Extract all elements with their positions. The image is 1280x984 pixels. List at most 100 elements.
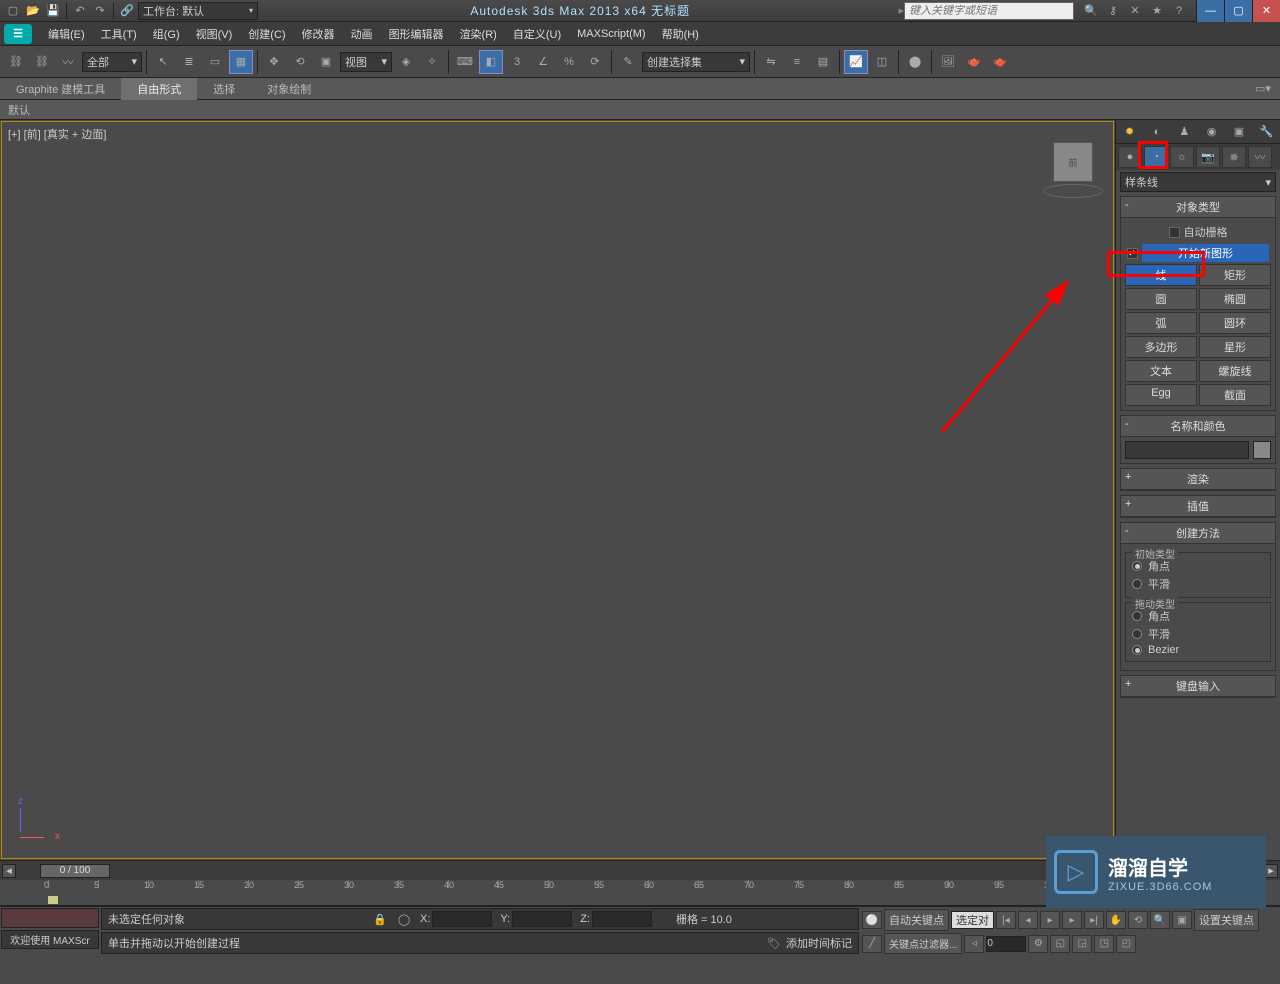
snap3-icon[interactable]: 3 [505, 50, 529, 74]
goto-end-icon[interactable]: ▸| [1084, 911, 1104, 929]
lock-icon[interactable]: 🔒 [368, 907, 392, 931]
nav2-1-icon[interactable]: ◱ [1050, 935, 1070, 953]
z-input[interactable] [592, 911, 652, 927]
shapes-icon[interactable]: ◔ [1144, 146, 1168, 168]
render-setup-icon[interactable]: 🖼 [936, 50, 960, 74]
helpers-icon[interactable]: ✵ [1222, 146, 1246, 168]
window-crossing-icon[interactable]: ▦ [229, 50, 253, 74]
helix-button[interactable]: 螺旋线 [1199, 360, 1271, 382]
initial-smooth-radio[interactable] [1132, 579, 1142, 589]
keyboard-shortcut-icon[interactable]: ⌨ [453, 50, 477, 74]
star-icon[interactable]: ★ [1148, 2, 1166, 20]
open-icon[interactable]: 📂 [24, 2, 42, 20]
menu-animation[interactable]: 动画 [343, 23, 381, 45]
viewcube-base[interactable] [1043, 184, 1103, 198]
menu-graph[interactable]: 图形编辑器 [381, 23, 452, 45]
curve-editor-icon[interactable]: 📈 [844, 50, 868, 74]
manipulate-icon[interactable]: ✧ [420, 50, 444, 74]
minimize-button[interactable]: — [1196, 0, 1224, 22]
search-input[interactable] [904, 2, 1074, 20]
menu-tools[interactable]: 工具(T) [93, 23, 145, 45]
timeslider-right-icon[interactable]: ▸ [1264, 864, 1278, 878]
nav-pan-icon[interactable]: ✋ [1106, 911, 1126, 929]
link-icon[interactable]: 🔗 [118, 2, 136, 20]
link-tool-icon[interactable]: ⛓ [4, 50, 28, 74]
ribbon-dd-icon[interactable]: ▭▾ [1246, 77, 1280, 101]
utilities-tab-icon[interactable]: 🔧 [1253, 120, 1280, 143]
align-icon[interactable]: ≡ [785, 50, 809, 74]
material-editor-icon[interactable]: ⬤ [903, 50, 927, 74]
hierarchy-tab-icon[interactable]: ♟ [1171, 120, 1198, 143]
undo-icon[interactable]: ↶ [71, 2, 89, 20]
ribbon-tab-graphite[interactable]: Graphite 建模工具 [0, 78, 121, 100]
minilistener-pink[interactable] [1, 908, 99, 928]
select-object-icon[interactable]: ↖ [151, 50, 175, 74]
rollout-header-creation[interactable]: -创建方法 [1121, 523, 1275, 544]
ribbon-tab-freeform[interactable]: 自由形式 [121, 78, 197, 100]
bind-spacewarp-icon[interactable]: 〰 [56, 50, 80, 74]
drag-bezier-radio[interactable] [1132, 645, 1142, 655]
selection-filter-dropdown[interactable]: 全部▾ [82, 52, 142, 72]
autogrid-checkbox[interactable] [1169, 227, 1180, 238]
start-new-checkbox[interactable] [1127, 248, 1138, 259]
arc-button[interactable]: 弧 [1125, 312, 1197, 334]
ngon-button[interactable]: 多边形 [1125, 336, 1197, 358]
redo-icon[interactable]: ↷ [91, 2, 109, 20]
timeconfig-icon[interactable]: ⚙ [1028, 935, 1048, 953]
color-swatch[interactable] [1253, 441, 1271, 459]
exchange-icon[interactable]: ✕ [1126, 2, 1144, 20]
cameras-icon[interactable]: 📷 [1196, 146, 1220, 168]
named-selection-dropdown[interactable]: 创建选择集▾ [642, 52, 750, 72]
time-slider[interactable]: 0 / 100 [40, 864, 110, 878]
snap-toggle-icon[interactable]: ◧ [479, 50, 503, 74]
keyfilter-icon[interactable]: ╱ [862, 935, 882, 953]
spinner-snap-icon[interactable]: ⟳ [583, 50, 607, 74]
workspace-dropdown[interactable]: 工作台: 默认▾ [138, 2, 258, 20]
initial-corner-radio[interactable] [1132, 561, 1142, 571]
menu-edit[interactable]: 编辑(E) [40, 23, 93, 45]
shape-category-dropdown[interactable]: 样条线▾ [1120, 172, 1276, 192]
drag-smooth-radio[interactable] [1132, 629, 1142, 639]
circle-button[interactable]: 圆 [1125, 288, 1197, 310]
menu-custom[interactable]: 自定义(U) [505, 23, 569, 45]
egg-button[interactable]: Egg [1125, 384, 1197, 406]
refsys-dropdown[interactable]: 视图▾ [340, 52, 392, 72]
spacewarps-icon[interactable]: 〰 [1248, 146, 1272, 168]
next-frame-icon[interactable]: ▸ [1062, 911, 1082, 929]
rollout-header-name-color[interactable]: -名称和颜色 [1121, 416, 1275, 437]
rollout-header-object-type[interactable]: -对象类型 [1121, 197, 1275, 218]
x-input[interactable] [432, 911, 492, 927]
add-timetag-label[interactable]: 添加时间标记 [786, 935, 852, 951]
pivot-icon[interactable]: ◈ [394, 50, 418, 74]
ribbon-tab-paint[interactable]: 对象绘制 [251, 78, 327, 100]
binoculars-icon[interactable]: 🔍 [1082, 2, 1100, 20]
rotate-icon[interactable]: ⟲ [288, 50, 312, 74]
goto-start-icon[interactable]: |◂ [996, 911, 1016, 929]
create-tab-icon[interactable]: ✹ [1116, 120, 1143, 143]
key-icon[interactable]: ⚷ [1104, 2, 1122, 20]
object-name-input[interactable] [1125, 441, 1249, 459]
move-icon[interactable]: ✥ [262, 50, 286, 74]
geometry-icon[interactable]: ● [1118, 146, 1142, 168]
layers-icon[interactable]: ▤ [811, 50, 835, 74]
nav-orbit-icon[interactable]: ⟲ [1128, 911, 1148, 929]
current-frame-input[interactable] [986, 936, 1026, 952]
app-icon[interactable]: ☰ [4, 24, 32, 44]
help-icon[interactable]: ? [1170, 2, 1188, 20]
frame-prev2-icon[interactable]: ◃ [964, 935, 984, 953]
schematic-view-icon[interactable]: ◫ [870, 50, 894, 74]
motion-tab-icon[interactable]: ◉ [1198, 120, 1225, 143]
mirror-icon[interactable]: ⇋ [759, 50, 783, 74]
y-input[interactable] [512, 911, 572, 927]
prev-frame-icon[interactable]: ◂ [1018, 911, 1038, 929]
viewport[interactable]: [+] [前] [真实 + 边面] 前 [1, 121, 1114, 859]
save-icon[interactable]: 💾 [44, 2, 62, 20]
angle-snap-icon[interactable]: ∠ [531, 50, 555, 74]
keyfilter-button[interactable]: 关键点过滤器... [884, 933, 962, 954]
nav2-3-icon[interactable]: ◳ [1094, 935, 1114, 953]
maximize-button[interactable]: ▢ [1224, 0, 1252, 22]
menu-maxscript[interactable]: MAXScript(M) [569, 25, 653, 43]
nav2-4-icon[interactable]: ◰ [1116, 935, 1136, 953]
autokey-button[interactable]: 自动关键点 [884, 909, 949, 931]
render-icon[interactable]: 🫖 [988, 50, 1012, 74]
